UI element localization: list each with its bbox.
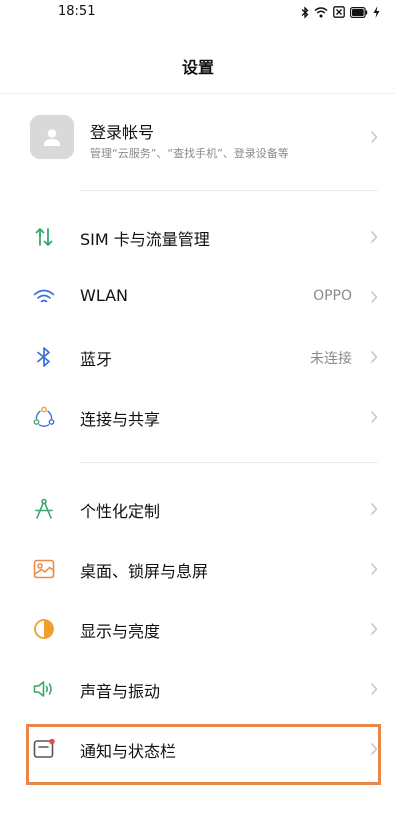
section-divider (80, 190, 378, 191)
wifi-icon (33, 289, 55, 303)
compass-icon (35, 498, 53, 519)
settings-item-desktop-lockscreen[interactable]: 桌面、锁屏与息屏 (0, 539, 396, 599)
screen-record-icon (333, 6, 345, 18)
chevron-right-icon (370, 743, 378, 755)
chevron-right-icon (370, 291, 378, 303)
chevron-right-icon (370, 683, 378, 695)
settings-item-label: 连接与共享 (80, 410, 161, 429)
status-icons (301, 5, 380, 19)
charging-icon (373, 6, 380, 18)
wifi-icon (314, 6, 328, 18)
user-icon (43, 129, 61, 146)
settings-item-label: 声音与振动 (80, 682, 161, 701)
settings-item-label: SIM 卡与流量管理 (80, 230, 210, 249)
settings-item-sim[interactable]: SIM 卡与流量管理 (0, 207, 396, 267)
battery-icon (350, 6, 368, 18)
chevron-right-icon (370, 623, 378, 635)
chevron-right-icon (370, 563, 378, 575)
settings-item-bluetooth[interactable]: 蓝牙 未连接 (0, 327, 396, 387)
chevron-right-icon (370, 503, 378, 515)
avatar (30, 115, 74, 159)
account-subtitle: 管理“云服务”、“查找手机”、登录设备等 (90, 147, 289, 160)
bluetooth-status: 未连接 (310, 351, 352, 367)
header-divider (0, 93, 396, 94)
settings-item-sound-vibration[interactable]: 声音与振动 (0, 659, 396, 719)
chevron-right-icon (370, 231, 378, 243)
chevron-right-icon (370, 131, 378, 143)
chevron-right-icon (370, 351, 378, 363)
settings-item-label: 显示与亮度 (80, 622, 161, 641)
brightness-icon (34, 619, 54, 639)
status-time: 18:51 (58, 4, 96, 19)
account-login-row[interactable]: 登录帐号 管理“云服务”、“查找手机”、登录设备等 (0, 107, 396, 169)
settings-item-connection-sharing[interactable]: 连接与共享 (0, 387, 396, 447)
notification-icon (33, 738, 55, 758)
page-title: 设置 (181, 58, 214, 77)
settings-item-display-brightness[interactable]: 显示与亮度 (0, 599, 396, 659)
bluetooth-icon (37, 347, 50, 367)
settings-item-label: 蓝牙 (80, 350, 113, 369)
sim-data-icon (35, 228, 53, 246)
sound-icon (33, 681, 52, 697)
section-divider (80, 462, 378, 463)
status-bar: 18:51 (0, 0, 396, 26)
settings-item-label: 个性化定制 (80, 502, 161, 521)
settings-item-personalization[interactable]: 个性化定制 (0, 479, 396, 539)
wallpaper-icon (33, 559, 55, 579)
chevron-right-icon (370, 411, 378, 423)
settings-item-label: WLAN (80, 286, 129, 305)
settings-item-notification-statusbar[interactable]: 通知与状态栏 (0, 719, 396, 779)
connection-share-icon (33, 406, 55, 427)
account-name: 登录帐号 (90, 123, 155, 142)
settings-item-label: 通知与状态栏 (80, 742, 177, 761)
bluetooth-icon (301, 5, 309, 19)
wlan-network-name: OPPO (313, 288, 352, 304)
settings-item-label: 桌面、锁屏与息屏 (80, 562, 209, 581)
settings-item-wlan[interactable]: WLAN OPPO (0, 267, 396, 327)
